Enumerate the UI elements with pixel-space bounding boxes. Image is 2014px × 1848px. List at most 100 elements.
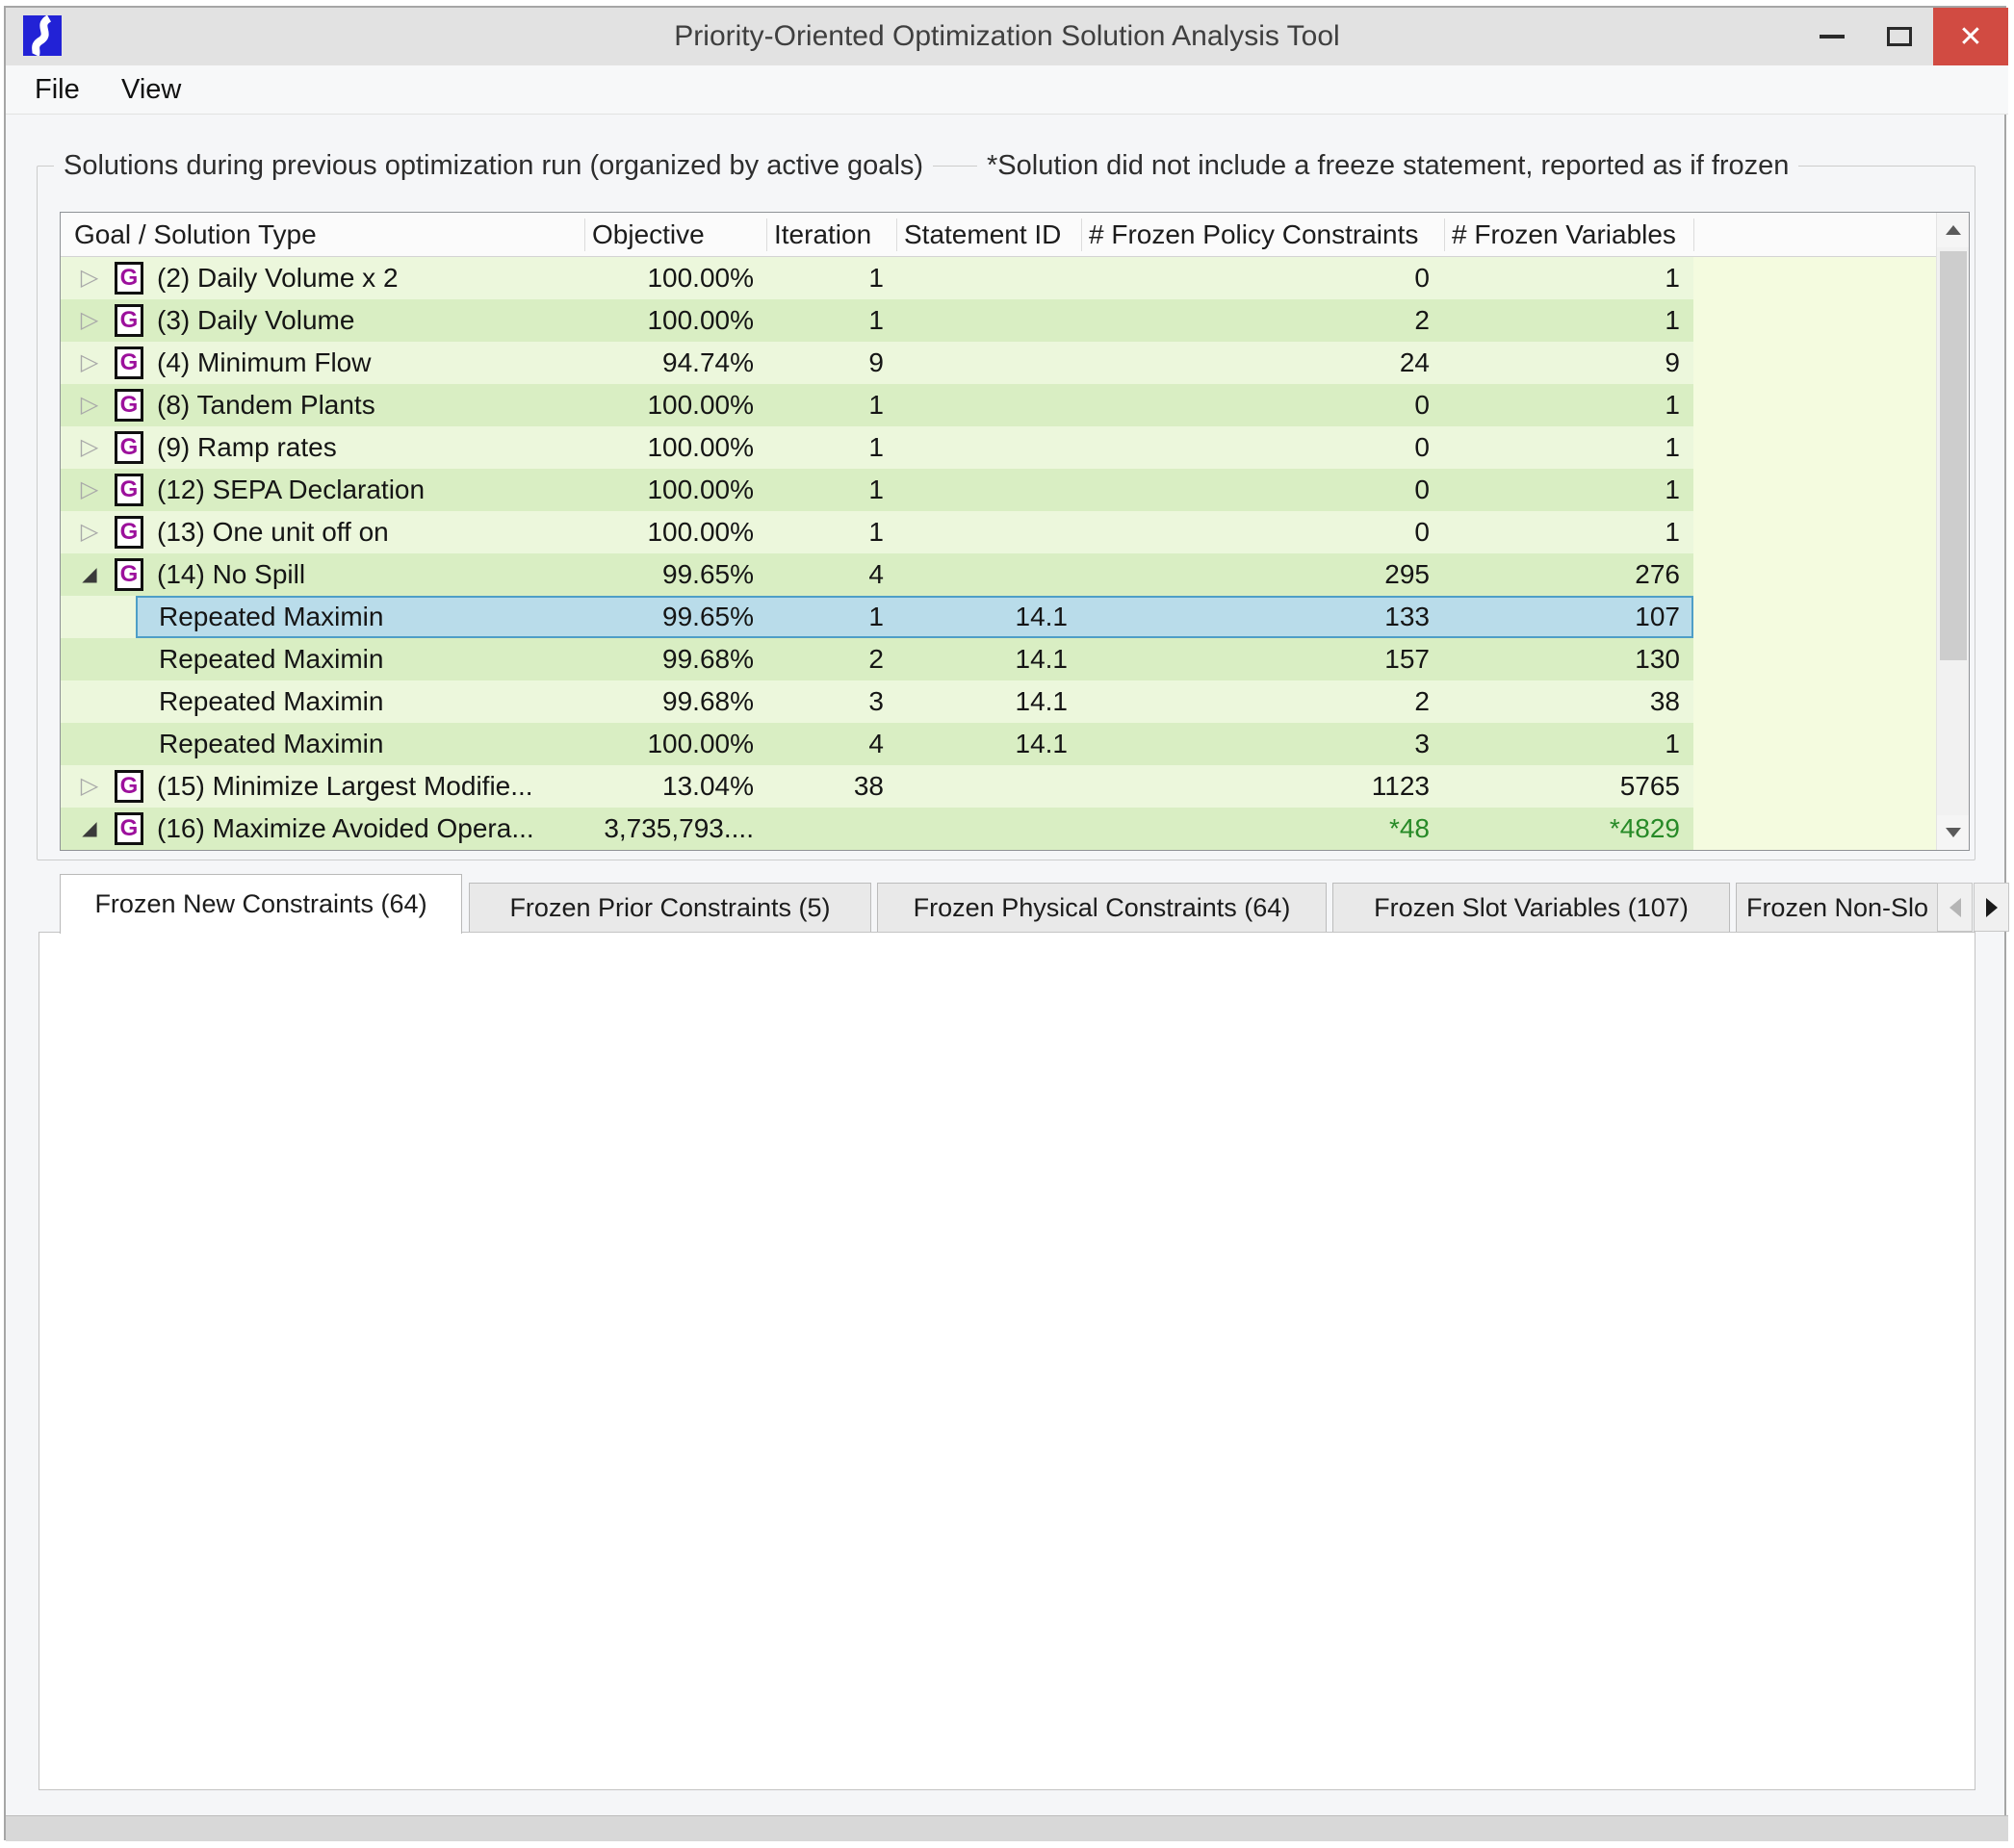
tab-scroll-left-button[interactable] (1937, 883, 1973, 932)
value-cell: 99.68% (584, 680, 760, 723)
expand-icon[interactable]: ▷ (76, 426, 103, 469)
close-button[interactable]: ✕ (1933, 8, 2008, 65)
goal-label: (13) One unit off on (157, 511, 389, 553)
header-separator (766, 218, 767, 251)
goal-icon: G (115, 516, 143, 549)
solutions-vertical-scrollbar[interactable] (1936, 213, 1969, 850)
value-cell: 100.00% (584, 511, 760, 553)
solution-tree-goal-row[interactable]: ▷G(9) Ramp rates100.00%101 (61, 426, 1693, 469)
value-cell: 1123 (1081, 765, 1435, 808)
expand-icon[interactable]: ▷ (76, 299, 103, 342)
window-title: Priority-Oriented Optimization Solution … (6, 8, 2008, 65)
goal-label: (15) Minimize Largest Modifie... (157, 765, 533, 808)
solution-type-label: Repeated Maximin (159, 680, 383, 723)
solution-tree-goal-row[interactable]: ▷G(12) SEPA Declaration100.00%101 (61, 469, 1693, 511)
value-cell: 99.65% (584, 553, 760, 596)
goal-label: (2) Daily Volume x 2 (157, 257, 399, 299)
tab-frozen-new-constraints[interactable]: Frozen New Constraints (64) (60, 874, 462, 934)
solution-tree-solution-row[interactable]: Repeated Maximin99.68%214.1157130 (61, 638, 1693, 680)
scroll-down-icon (1946, 828, 1961, 837)
goal-label: (12) SEPA Declaration (157, 469, 425, 511)
minimize-icon (1820, 35, 1845, 38)
value-cell: 99.65% (584, 596, 760, 638)
scrollbar-thumb[interactable] (1940, 251, 1967, 660)
column-header-frozen-policy-constraints[interactable]: # Frozen Policy Constraints (1089, 213, 1441, 256)
collapse-icon[interactable]: ◢ (76, 808, 103, 850)
column-header-frozen-variables[interactable]: # Frozen Variables (1452, 213, 1691, 256)
value-cell: 4 (766, 723, 890, 765)
goal-label: (16) Maximize Avoided Opera... (157, 808, 534, 850)
value-cell: 0 (1081, 511, 1435, 553)
minimize-button[interactable] (1798, 8, 1866, 65)
solution-tree-solution-row[interactable]: Repeated Maximin99.65%114.1133107 (61, 596, 1693, 638)
value-cell: 1 (1444, 426, 1686, 469)
menu-view[interactable]: View (116, 65, 187, 114)
value-cell: 3 (766, 680, 890, 723)
value-cell: 1 (1444, 299, 1686, 342)
solution-tree-solution-row[interactable]: Repeated Maximin100.00%414.131 (61, 723, 1693, 765)
scroll-up-button[interactable] (1937, 213, 1969, 247)
tab-page (39, 932, 1975, 1790)
value-cell: 2 (1081, 680, 1435, 723)
value-cell: 9 (1444, 342, 1686, 384)
value-cell: 1 (766, 299, 890, 342)
column-header-goal-solution-type[interactable]: Goal / Solution Type (74, 213, 575, 256)
tab-frozen-non-slot[interactable]: Frozen Non-Slo (1736, 883, 1939, 932)
value-cell: 0 (1081, 426, 1435, 469)
goal-label: (4) Minimum Flow (157, 342, 371, 384)
value-cell: 14.1 (896, 638, 1073, 680)
header-separator (1081, 218, 1082, 251)
expand-icon[interactable]: ▷ (76, 384, 103, 426)
solution-type-label: Repeated Maximin (159, 596, 383, 638)
collapse-icon[interactable]: ◢ (76, 553, 103, 596)
solution-tree-goal-row[interactable]: ▷G(13) One unit off on100.00%101 (61, 511, 1693, 553)
tab-label: Frozen Prior Constraints (5) (509, 893, 830, 923)
value-cell (896, 342, 1073, 384)
expand-icon[interactable]: ▷ (76, 511, 103, 553)
column-header-objective[interactable]: Objective (592, 213, 761, 256)
column-header-iteration[interactable]: Iteration (774, 213, 890, 256)
value-cell: 100.00% (584, 299, 760, 342)
value-cell: 14.1 (896, 596, 1073, 638)
solution-tree-goal-row[interactable]: ◢G(16) Maximize Avoided Opera...3,735,79… (61, 808, 1693, 850)
value-cell (896, 553, 1073, 596)
column-header-statement-id[interactable]: Statement ID (904, 213, 1075, 256)
expand-icon[interactable]: ▷ (76, 257, 103, 299)
value-cell: 1 (1444, 469, 1686, 511)
header-separator (1444, 218, 1445, 251)
goal-icon: G (115, 389, 143, 422)
maximize-button[interactable] (1866, 8, 1933, 65)
value-cell: 38 (1444, 680, 1686, 723)
expand-icon[interactable]: ▷ (76, 469, 103, 511)
value-cell: 2 (766, 638, 890, 680)
tab-frozen-prior-constraints[interactable]: Frozen Prior Constraints (5) (469, 883, 871, 932)
value-cell: 100.00% (584, 469, 760, 511)
solution-tree-goal-row[interactable]: ▷G(8) Tandem Plants100.00%101 (61, 384, 1693, 426)
header-separator (584, 218, 585, 251)
value-cell: 2 (1081, 299, 1435, 342)
solution-tree-goal-row[interactable]: ▷G(3) Daily Volume100.00%121 (61, 299, 1693, 342)
scroll-down-button[interactable] (1937, 815, 1969, 850)
expand-icon[interactable]: ▷ (76, 342, 103, 384)
expand-icon[interactable]: ▷ (76, 765, 103, 808)
solutions-table-body: ▷G(2) Daily Volume x 2100.00%101▷G(3) Da… (61, 257, 1936, 850)
solution-tree-solution-row[interactable]: Repeated Maximin99.68%314.1238 (61, 680, 1693, 723)
value-cell: 100.00% (584, 426, 760, 469)
solution-tree-goal-row[interactable]: ◢G(14) No Spill99.65%4295276 (61, 553, 1693, 596)
menu-file[interactable]: File (29, 65, 86, 114)
freeze-note: *Solution did not include a freeze state… (977, 149, 1798, 182)
solution-tree-goal-row[interactable]: ▷G(15) Minimize Largest Modifie...13.04%… (61, 765, 1693, 808)
value-cell: 0 (1081, 469, 1435, 511)
tab-scroll-right-button[interactable] (1974, 883, 2009, 932)
value-cell: 1 (766, 384, 890, 426)
value-cell: 295 (1081, 553, 1435, 596)
value-cell (766, 808, 890, 850)
solution-tree-goal-row[interactable]: ▷G(2) Daily Volume x 2100.00%101 (61, 257, 1693, 299)
solution-tree-goal-row[interactable]: ▷G(4) Minimum Flow94.74%9249 (61, 342, 1693, 384)
tab-frozen-physical-constraints[interactable]: Frozen Physical Constraints (64) (877, 883, 1327, 932)
tab-label: Frozen New Constraints (64) (94, 889, 426, 919)
window-bottom-edge (6, 1815, 2008, 1841)
goal-icon: G (115, 770, 143, 803)
tab-frozen-slot-variables[interactable]: Frozen Slot Variables (107) (1332, 883, 1730, 932)
scroll-right-icon (1986, 898, 1998, 917)
